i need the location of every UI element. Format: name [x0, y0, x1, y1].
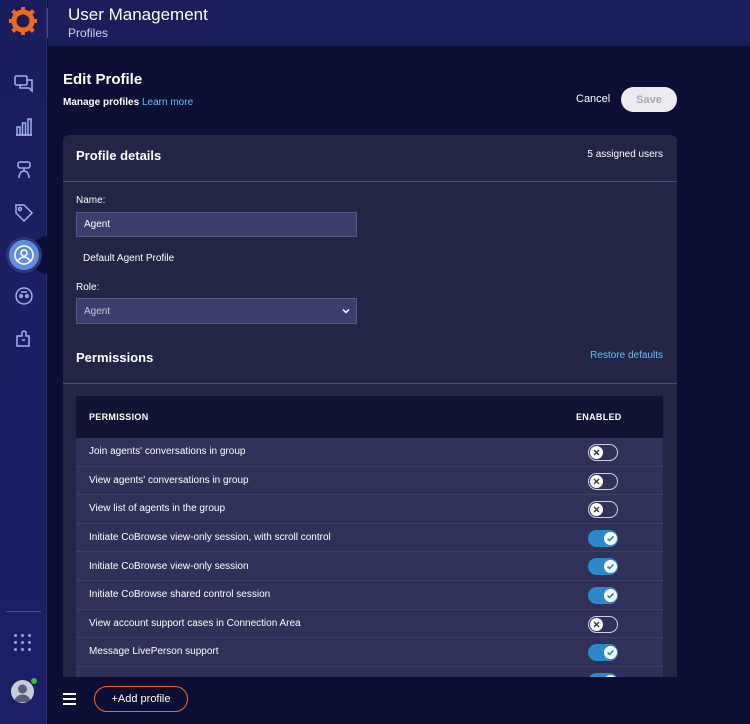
check-icon [604, 588, 617, 602]
nav-users[interactable] [0, 238, 47, 272]
x-icon [590, 446, 603, 459]
apps-grid-icon[interactable] [14, 634, 32, 652]
app-subtitle: Profiles [68, 26, 109, 40]
liveperson-logo-icon[interactable] [9, 7, 37, 35]
online-status-dot [30, 677, 38, 685]
assigned-users-count: 5 assigned users [587, 149, 663, 160]
app-header: User Management Profiles [48, 0, 750, 46]
nav-analytics[interactable] [0, 110, 47, 144]
permissions-table: PERMISSION ENABLED Join agents' conversa… [76, 396, 663, 695]
column-header-enabled: ENABLED [576, 412, 622, 422]
add-profile-button[interactable]: +Add profile [94, 686, 188, 712]
table-row: Initiate CoBrowse view-only session, wit… [76, 523, 663, 553]
enabled-cell [576, 610, 663, 638]
permission-label: View account support cases in Connection… [89, 617, 301, 629]
table-row: Message LivePerson support [76, 638, 663, 667]
conversations-icon [13, 75, 33, 93]
bottom-bar: +Add profile [48, 677, 750, 724]
sidebar [0, 0, 48, 724]
menu-icon[interactable] [63, 693, 76, 705]
permission-toggle[interactable] [588, 558, 618, 576]
role-label: Role: [76, 282, 100, 293]
name-field[interactable]: Agent [76, 212, 357, 237]
edit-profile-card: Profile details 5 assigned users Name: A… [63, 135, 677, 695]
enabled-cell [576, 638, 663, 666]
enabled-cell [576, 438, 663, 466]
permission-toggle[interactable] [588, 615, 618, 633]
nav-bots[interactable] [0, 153, 47, 187]
x-icon [590, 474, 603, 488]
cancel-button[interactable]: Cancel [576, 93, 610, 105]
permission-label: View list of agents in the group [89, 503, 226, 515]
divider [63, 181, 677, 182]
x-icon [590, 617, 603, 631]
profile-details-title: Profile details [76, 148, 162, 163]
page-title: Edit Profile [63, 71, 143, 88]
sidebar-divider [6, 611, 41, 612]
name-label: Name: [76, 195, 106, 206]
permission-label: Join agents' conversations in group [89, 446, 246, 458]
permission-toggle[interactable] [588, 472, 618, 490]
nav-automation[interactable] [0, 279, 47, 313]
manage-profiles-text: Manage profiles [63, 97, 140, 108]
permission-label: Message LivePerson support [89, 646, 219, 658]
table-row: View agents' conversations in group [76, 466, 663, 496]
enabled-cell [576, 467, 663, 495]
table-row: Initiate CoBrowse view-only session [76, 552, 663, 581]
integrations-icon [15, 330, 30, 347]
check-icon [604, 531, 617, 545]
app-title: User Management [68, 5, 208, 24]
permission-toggle[interactable] [588, 501, 618, 519]
enabled-cell [576, 552, 663, 580]
enabled-cell [576, 495, 663, 523]
analytics-icon [15, 118, 32, 136]
permission-label: Initiate CoBrowse shared control session [89, 589, 271, 601]
profile-description[interactable]: Default Agent Profile [83, 253, 174, 264]
check-icon [604, 560, 617, 574]
role-select[interactable]: Agent [76, 298, 357, 324]
table-row: Join agents' conversations in group [76, 438, 663, 467]
permission-toggle[interactable] [588, 644, 618, 662]
users-icon [13, 245, 34, 265]
automation-icon [14, 287, 33, 305]
table-header: PERMISSION ENABLED [76, 396, 663, 438]
divider [63, 383, 677, 384]
nav-integrations[interactable] [0, 322, 47, 356]
check-icon [604, 646, 617, 660]
enabled-cell [576, 581, 663, 609]
table-row: View account support cases in Connection… [76, 609, 663, 639]
nav-conversations[interactable] [0, 66, 47, 100]
permission-toggle[interactable] [588, 529, 618, 547]
permission-label: Initiate CoBrowse view-only session, wit… [89, 532, 331, 544]
permissions-title: Permissions [76, 350, 154, 365]
chevron-down-icon [342, 308, 350, 314]
save-button[interactable]: Save [621, 87, 677, 112]
table-row: View list of agents in the group [76, 495, 663, 524]
permission-toggle[interactable] [588, 586, 618, 604]
enabled-cell [576, 524, 663, 552]
bot-icon [16, 161, 31, 179]
permission-label: View agents' conversations in group [89, 474, 249, 486]
permission-label: Initiate CoBrowse view-only session [89, 560, 249, 572]
learn-more-link[interactable]: Learn more [142, 97, 193, 108]
column-header-permission: PERMISSION [89, 412, 149, 422]
nav-tags[interactable] [0, 196, 47, 230]
permission-toggle[interactable] [588, 444, 618, 461]
tag-icon [14, 204, 33, 223]
table-row: Initiate CoBrowse shared control session [76, 580, 663, 610]
role-select-value: Agent [84, 305, 111, 317]
x-icon [590, 503, 603, 517]
restore-defaults-link[interactable]: Restore defaults [590, 350, 663, 361]
